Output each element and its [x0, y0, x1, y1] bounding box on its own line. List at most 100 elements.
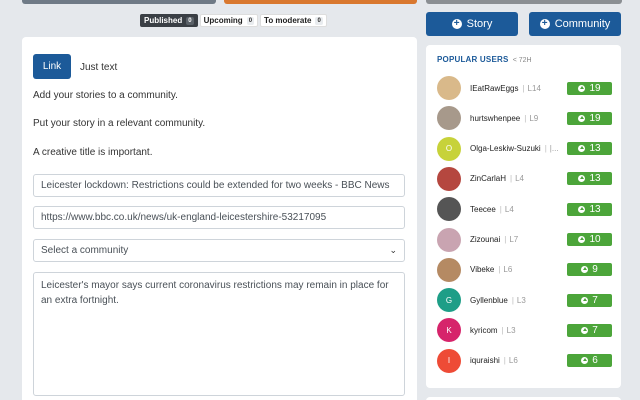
chevron-down-icon: ⌄: [389, 245, 397, 255]
user-name[interactable]: Vibeke: [470, 265, 494, 274]
user-level-value: L6: [508, 356, 518, 366]
separator: |: [544, 144, 547, 154]
user-level-value: L3: [506, 325, 516, 335]
score-badge: 6: [567, 354, 612, 368]
tab-just-text[interactable]: Just text: [80, 62, 117, 73]
user-level: | L6: [498, 265, 512, 274]
tab-to-moderate[interactable]: To moderate 0: [260, 14, 327, 27]
score-badge: 13: [567, 172, 612, 186]
score-value: 7: [592, 294, 598, 306]
user-row[interactable]: O Olga-Leskiw-Suzuki | |... 13: [437, 136, 612, 161]
user-level: | L14: [522, 84, 540, 93]
user-level-value: L4: [515, 174, 524, 184]
separator: |: [510, 174, 513, 184]
score-badge: 13: [567, 202, 612, 216]
avatar[interactable]: [437, 76, 461, 100]
user-name[interactable]: Gyllenblue: [470, 296, 508, 305]
status-tabs: Published 0 Upcoming 0 To moderate 0: [140, 14, 327, 27]
upvote-icon: [581, 296, 589, 304]
user-row[interactable]: Teecee | L4 13: [437, 197, 612, 222]
avatar[interactable]: [437, 106, 461, 131]
user-level-value: L9: [529, 113, 539, 123]
score-badge: 10: [567, 233, 612, 246]
user-row[interactable]: Kkyricom | L3 7: [437, 318, 612, 343]
help-text: A creative title is important.: [33, 147, 153, 158]
count-badge: 0: [186, 16, 194, 25]
separator: |: [498, 265, 501, 275]
user-name[interactable]: iquraishi: [470, 356, 500, 365]
separator: |: [501, 325, 504, 335]
user-level: | L6: [504, 356, 518, 365]
tab-link[interactable]: Link: [33, 54, 71, 79]
user-level: | L3: [502, 326, 516, 335]
user-row[interactable]: Vibeke | L6 9: [437, 257, 612, 282]
user-row[interactable]: Zizounai | L7 10: [437, 227, 612, 252]
user-level-value: L7: [509, 235, 519, 244]
popular-users-header: POPULAR USERS < 72H: [437, 55, 532, 64]
url-input[interactable]: https://www.bbc.co.uk/news/uk-england-le…: [33, 206, 405, 229]
score-value: 19: [589, 82, 601, 94]
upvote-icon: [578, 236, 586, 243]
tab-upcoming[interactable]: Upcoming 0: [199, 14, 259, 27]
community-select[interactable]: Select a community ⌄: [33, 239, 405, 262]
user-row[interactable]: G Gyllenblue | L3 7: [437, 288, 612, 313]
avatar[interactable]: [437, 166, 461, 191]
user-level: | L9: [524, 114, 538, 123]
avatar[interactable]: [437, 227, 461, 252]
user-name[interactable]: hurtswhenpee: [470, 114, 520, 123]
user-name[interactable]: Teecee: [470, 205, 496, 214]
user-level-value: L6: [503, 265, 513, 275]
avatar[interactable]: G: [437, 288, 461, 313]
score-value: 7: [592, 324, 598, 336]
avatar[interactable]: O: [437, 136, 461, 161]
user-row[interactable]: IEatRawEggs | L14 19: [437, 76, 612, 100]
upvote-icon: [578, 145, 586, 153]
avatar[interactable]: I: [437, 348, 461, 373]
title-input[interactable]: Leicester lockdown: Restrictions could b…: [33, 174, 405, 197]
help-text: Put your story in a relevant community.: [33, 118, 206, 129]
score-badge: 13: [567, 142, 612, 156]
separator: |: [503, 356, 506, 366]
user-row[interactable]: Iiquraishi | L6 6: [437, 348, 612, 373]
user-level-value: L4: [504, 204, 514, 214]
score-value: 13: [589, 143, 601, 155]
user-row[interactable]: hurtswhenpee | L9 19: [437, 106, 612, 131]
user-level: | |...: [545, 144, 559, 153]
upvote-icon: [581, 266, 589, 274]
score-value: 13: [589, 203, 601, 215]
description-textarea[interactable]: Leicester's mayor says current coronavir…: [33, 272, 405, 396]
user-name[interactable]: IEatRawEggs: [470, 84, 518, 93]
count-badge: 0: [315, 16, 323, 25]
score-badge: 19: [567, 81, 612, 95]
user-name[interactable]: Olga-Leskiw-Suzuki: [470, 144, 541, 153]
plus-icon: +: [451, 19, 462, 29]
user-name[interactable]: ZinCarlaH: [470, 174, 506, 183]
story-thumbnail[interactable]: [224, 0, 417, 4]
add-community-button[interactable]: + Community: [529, 12, 621, 36]
separator: |: [511, 295, 514, 305]
score-value: 10: [589, 234, 601, 245]
avatar[interactable]: K: [437, 318, 461, 343]
story-thumbnail[interactable]: [22, 0, 216, 4]
user-level: | L4: [500, 205, 514, 214]
user-level: | L7: [504, 235, 518, 244]
score-badge: 7: [567, 293, 612, 307]
separator: |: [504, 235, 507, 244]
score-badge: 7: [567, 323, 612, 337]
tab-published[interactable]: Published 0: [140, 14, 198, 27]
score-badge: 19: [567, 111, 612, 125]
avatar[interactable]: [437, 197, 461, 222]
separator: |: [524, 113, 527, 123]
score-badge: 9: [567, 263, 612, 277]
story-thumbnail[interactable]: [426, 0, 622, 4]
submit-story-card: Link Just text Add your stories to a com…: [22, 37, 417, 400]
upvote-icon: [578, 84, 586, 92]
popular-users-card: POPULAR USERS < 72H IEatRawEggs | L14 19 hur…: [426, 45, 621, 388]
user-name[interactable]: kyricom: [470, 326, 498, 335]
user-name[interactable]: Zizounai: [470, 235, 500, 244]
upvote-icon: [578, 114, 586, 122]
add-story-button[interactable]: + Story: [426, 12, 518, 36]
user-row[interactable]: ZinCarlaH | L4 13: [437, 166, 612, 191]
user-level: | L4: [510, 174, 524, 183]
avatar[interactable]: [437, 257, 461, 282]
